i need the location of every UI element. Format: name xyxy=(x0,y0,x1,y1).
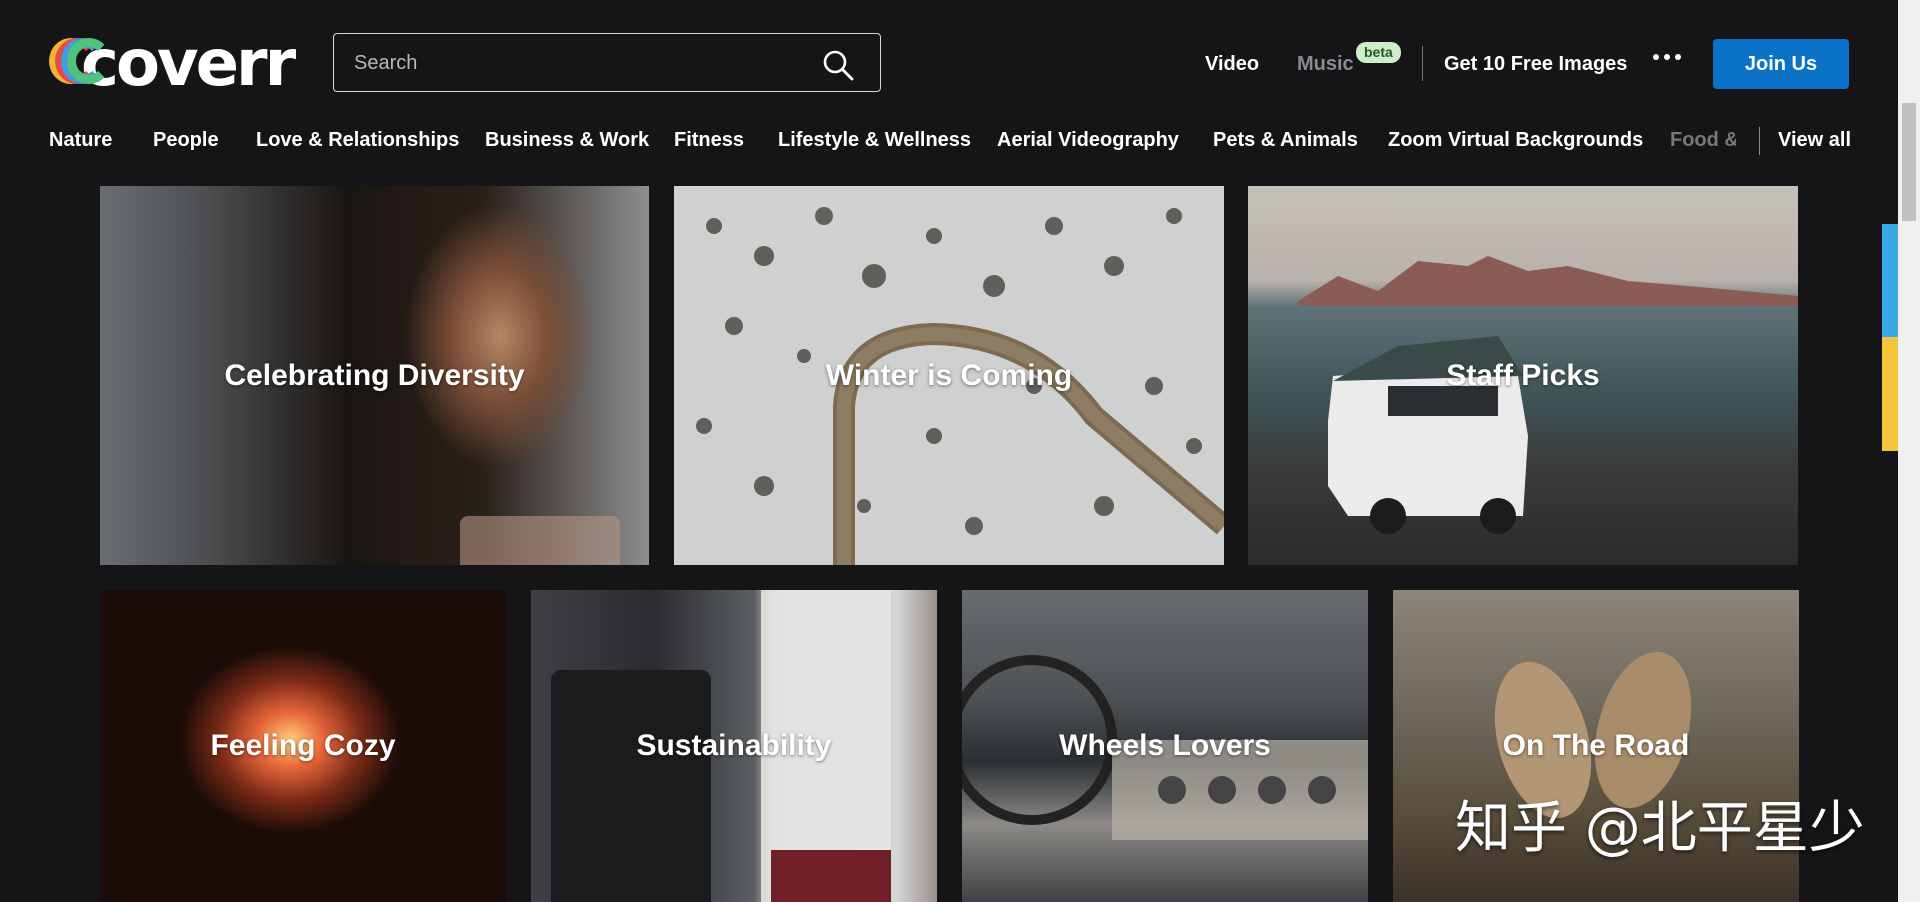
collection-title: Sustainability xyxy=(636,729,832,762)
category-love-relationships[interactable]: Love & Relationships xyxy=(256,129,459,152)
category-business-work[interactable]: Business & Work xyxy=(485,129,649,152)
search-input[interactable] xyxy=(352,34,826,92)
collection-title: On The Road xyxy=(1502,729,1690,762)
collection-title: Feeling Cozy xyxy=(210,729,396,762)
collection-card-feeling-cozy[interactable]: Feeling Cozy xyxy=(100,590,506,902)
collection-card-sustainability[interactable]: Sustainability xyxy=(531,590,937,902)
page: coverr Video Music beta Get 10 Free Imag… xyxy=(0,0,1898,902)
page-scrollbar[interactable] xyxy=(1898,0,1920,902)
category-pets-animals[interactable]: Pets & Animals xyxy=(1213,129,1358,152)
logo-text: coverr xyxy=(81,27,296,101)
join-us-button[interactable]: Join Us xyxy=(1713,39,1849,89)
nav-music-link[interactable]: Music xyxy=(1297,53,1354,76)
category-divider xyxy=(1759,127,1760,155)
nav-video-link[interactable]: Video xyxy=(1205,53,1259,76)
rainbow-logo-icon xyxy=(49,38,111,90)
category-fitness[interactable]: Fitness xyxy=(674,129,744,152)
nav-divider xyxy=(1422,46,1423,81)
search-box[interactable] xyxy=(333,33,881,92)
category-zoom-backgrounds[interactable]: Zoom Virtual Backgrounds xyxy=(1388,129,1643,152)
collection-card-winter-is-coming[interactable]: Winter is Coming xyxy=(674,186,1224,565)
view-all-link[interactable]: View all xyxy=(1778,129,1851,152)
coverr-logo[interactable]: coverr xyxy=(49,27,304,101)
watermark-text: 知乎 @北平星少 xyxy=(1455,796,1865,861)
beta-badge: beta xyxy=(1356,42,1401,63)
collection-card-wheels-lovers[interactable]: Wheels Lovers xyxy=(962,590,1368,902)
free-images-link[interactable]: Get 10 Free Images xyxy=(1444,53,1627,76)
category-lifestyle-wellness[interactable]: Lifestyle & Wellness xyxy=(778,129,971,152)
category-people[interactable]: People xyxy=(153,129,219,152)
more-options-icon[interactable] xyxy=(1653,54,1681,62)
side-accent-yellow xyxy=(1882,337,1898,451)
collection-title: Staff Picks xyxy=(1446,358,1600,392)
scrollbar-thumb[interactable] xyxy=(1902,103,1916,221)
collection-title: Celebrating Diversity xyxy=(224,358,525,392)
side-accent-blue xyxy=(1882,224,1898,337)
category-nature[interactable]: Nature xyxy=(49,129,112,152)
collection-card-staff-picks[interactable]: Staff Picks xyxy=(1248,186,1798,565)
collection-card-celebrating-diversity[interactable]: Celebrating Diversity xyxy=(100,186,649,565)
category-food[interactable]: Food & xyxy=(1670,129,1736,152)
collection-title: Wheels Lovers xyxy=(1059,729,1271,762)
search-icon[interactable] xyxy=(822,49,854,81)
collection-title: Winter is Coming xyxy=(825,358,1073,392)
category-aerial-videography[interactable]: Aerial Videography xyxy=(997,129,1179,152)
